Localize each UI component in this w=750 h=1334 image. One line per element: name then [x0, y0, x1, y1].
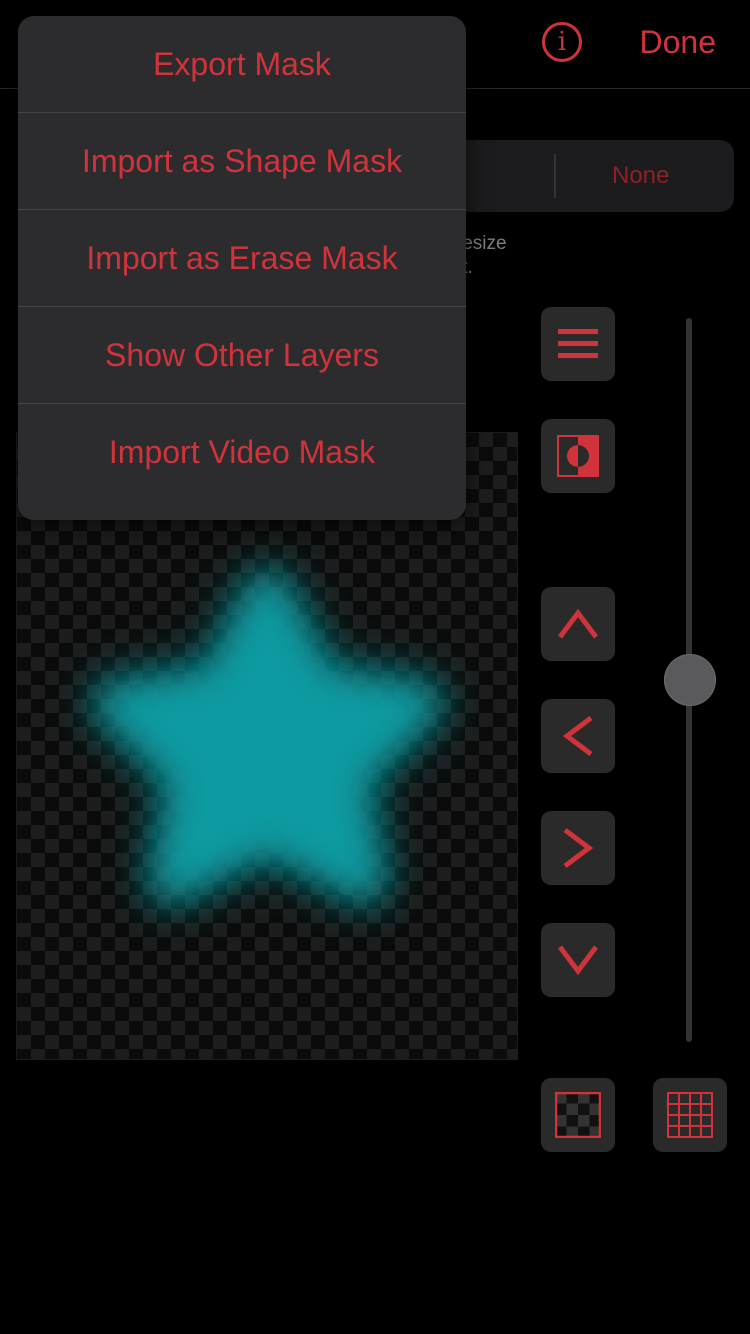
- hamburger-icon: [558, 329, 598, 358]
- mask-mode-segmented-control: se None: [420, 140, 734, 212]
- menu-item-import-video-mask[interactable]: Import Video Mask: [18, 404, 466, 500]
- mask-editor-screen: i Done se None s to resize reset.: [0, 0, 750, 1334]
- menu-item-export-mask[interactable]: Export Mask: [18, 16, 466, 113]
- checkerboard-icon: [555, 1092, 601, 1138]
- star-mask-preview: [94, 571, 442, 903]
- mask-canvas[interactable]: [16, 432, 518, 1060]
- menu-item-show-other-layers[interactable]: Show Other Layers: [18, 307, 466, 404]
- arrow-up-icon: [558, 609, 598, 639]
- star-shape: [94, 571, 442, 903]
- segment-none[interactable]: None: [612, 162, 669, 190]
- grid-icon: [667, 1092, 713, 1138]
- arrow-left-icon: [563, 716, 593, 756]
- info-button[interactable]: i: [542, 22, 582, 62]
- invert-mask-button[interactable]: [541, 419, 615, 493]
- checkerboard-toggle-button[interactable]: [541, 1078, 615, 1152]
- invert-icon: [557, 435, 599, 477]
- move-up-button[interactable]: [541, 587, 615, 661]
- done-button[interactable]: Done: [640, 24, 717, 61]
- grid-toggle-button[interactable]: [653, 1078, 727, 1152]
- arrow-down-icon: [558, 945, 598, 975]
- popup-menu: Export Mask Import as Shape Mask Import …: [18, 16, 466, 520]
- menu-item-import-shape-mask[interactable]: Import as Shape Mask: [18, 113, 466, 210]
- menu-button[interactable]: [541, 307, 615, 381]
- move-right-button[interactable]: [541, 811, 615, 885]
- arrow-right-icon: [563, 828, 593, 868]
- menu-item-import-erase-mask[interactable]: Import as Erase Mask: [18, 210, 466, 307]
- vertical-slider-thumb[interactable]: [664, 654, 716, 706]
- segment-divider: [554, 154, 556, 198]
- move-down-button[interactable]: [541, 923, 615, 997]
- move-left-button[interactable]: [541, 699, 615, 773]
